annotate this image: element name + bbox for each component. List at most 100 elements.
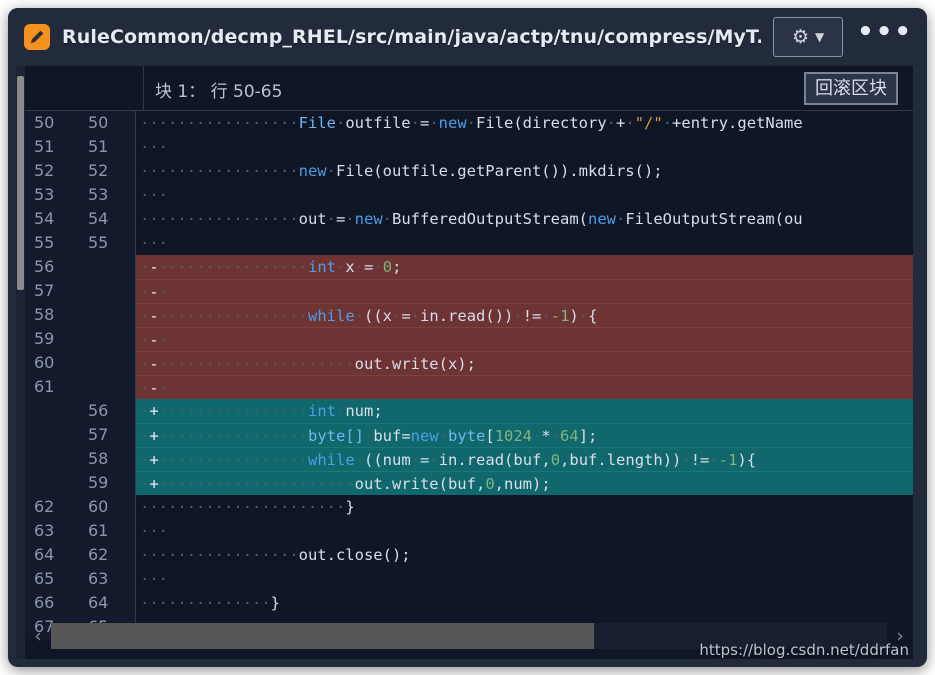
line-number-new: 52: [72, 159, 135, 183]
line-number-old: 66: [25, 591, 72, 615]
diff-line-content: ·-················while·((x·=·in.read())…: [136, 303, 913, 327]
line-number-old: 51: [25, 135, 72, 159]
diff-line-deleted: 56 ·-················int·x·=·0;: [25, 255, 913, 279]
diff-line-content: ···: [140, 186, 168, 204]
line-number-old: 55: [25, 231, 72, 255]
diff-line-content: ·-·····················out.write(x);: [136, 351, 913, 375]
diff-line-context: 55 55 ···: [25, 231, 913, 255]
line-number-old: 57: [25, 279, 72, 303]
line-number-old: 53: [25, 183, 72, 207]
diff-line-context: 51 51 ···: [25, 135, 913, 159]
line-number-old: 61: [25, 375, 72, 399]
line-number-new: [72, 375, 135, 399]
diff-line-content: ·················File·outfile·=·new·File…: [140, 114, 803, 132]
diff-line-content: ···: [140, 570, 168, 588]
line-number-old: [25, 471, 72, 495]
line-number-new: [72, 327, 135, 351]
diff-line-content: ·················new·File(outfile.getPar…: [140, 162, 663, 180]
diff-line-content: ·-·: [136, 279, 913, 303]
pencil-icon: [24, 24, 50, 50]
scroll-left-arrow-icon[interactable]: ‹: [25, 625, 51, 647]
line-number-old: 63: [25, 519, 72, 543]
diff-line-content: ······················}: [140, 498, 355, 516]
window-title: RuleCommon/decmp_RHEL/src/main/java/actp…: [62, 26, 762, 48]
diff-code-area[interactable]: 50 50 ·················File·outfile·=·new·…: [25, 111, 913, 659]
line-number-old: 62: [25, 495, 72, 519]
line-number-new: 56: [72, 399, 135, 423]
diff-line-deleted: 58 ·-················while·((x·=·in.read(…: [25, 303, 913, 327]
overflow-menu-button[interactable]: •••: [857, 19, 913, 48]
diff-line-added: 56 ·+················int·num;: [25, 399, 913, 423]
line-number-old: 52: [25, 159, 72, 183]
line-number-new: 64: [72, 591, 135, 615]
line-number-new: 53: [72, 183, 135, 207]
diff-line-context: 50 50 ·················File·outfile·=·new·…: [25, 111, 913, 135]
diff-line-content: ··············}: [140, 594, 280, 612]
line-number-old: 50: [25, 111, 72, 135]
diff-line-content: ·+·····················out.write(buf,0,n…: [136, 471, 913, 495]
diff-line-content: ·-················int·x·=·0;: [136, 255, 913, 279]
vertical-scrollbar[interactable]: [16, 66, 25, 659]
hunk-header: 块 1： 行 50-65 回滚区块: [25, 66, 913, 111]
diff-line-context: 52 52 ·················new·File(outfile.ge…: [25, 159, 913, 183]
line-number-new: 62: [72, 543, 135, 567]
diff-line-context: 64 62 ·················out.close();: [25, 543, 913, 567]
diff-line-content: ···: [140, 138, 168, 156]
line-number-new: 57: [72, 423, 135, 447]
line-number-new: [72, 255, 135, 279]
scroll-right-arrow-icon[interactable]: ›: [887, 625, 913, 647]
line-number-old: 59: [25, 327, 72, 351]
line-number-new: 50: [72, 111, 135, 135]
diff-line-content: ·+················while·((num·=·in.read(…: [136, 447, 913, 471]
diff-line-context: 53 53 ···: [25, 183, 913, 207]
gear-icon: ⚙: [792, 25, 810, 48]
horizontal-scrollbar[interactable]: ‹ ›: [25, 619, 913, 653]
line-number-new: 51: [72, 135, 135, 159]
line-number-new: 60: [72, 495, 135, 519]
diff-line-content: ·-·: [136, 375, 913, 399]
line-number-new: 58: [72, 447, 135, 471]
hunk-title: 块 1： 行 50-65: [155, 82, 283, 102]
rollback-hunk-button[interactable]: 回滚区块: [804, 72, 898, 105]
diff-line-content: ·+················byte[]·buf=new·byte[10…: [136, 423, 913, 447]
diff-line-content: ·-·: [136, 327, 913, 351]
line-number-new: [72, 303, 135, 327]
diff-line-content: ···: [140, 522, 168, 540]
line-number-new: 63: [72, 567, 135, 591]
line-number-new: [72, 279, 135, 303]
diff-viewer-window: RuleCommon/decmp_RHEL/src/main/java/actp…: [8, 8, 927, 667]
diff-line-context: 66 64 ··············}: [25, 591, 913, 615]
diff-line-added: 59 ·+·····················out.write(buf,0…: [25, 471, 913, 495]
chevron-down-icon: ▼: [815, 30, 825, 44]
horizontal-scrollbar-track[interactable]: [51, 623, 887, 649]
line-number-old: [25, 399, 72, 423]
diff-line-content: ···: [140, 234, 168, 252]
diff-line-context: 62 60 ······················}: [25, 495, 913, 519]
line-number-new: 54: [72, 207, 135, 231]
line-number-old: [25, 423, 72, 447]
diff-panel: 块 1： 行 50-65 回滚区块 50 50 ·················F…: [16, 66, 913, 659]
title-bar: RuleCommon/decmp_RHEL/src/main/java/actp…: [8, 8, 927, 66]
line-number-old: 58: [25, 303, 72, 327]
line-number-new: 55: [72, 231, 135, 255]
line-number-old: 54: [25, 207, 72, 231]
line-number-old: 60: [25, 351, 72, 375]
diff-line-content: ·+················int·num;: [136, 399, 913, 423]
horizontal-scrollbar-thumb[interactable]: [51, 623, 595, 649]
line-number-old: [25, 447, 72, 471]
diff-line-deleted: 61 ·-·: [25, 375, 913, 399]
line-number-old: 65: [25, 567, 72, 591]
diff-line-context: 65 63 ···: [25, 567, 913, 591]
line-number-new: [72, 351, 135, 375]
line-number-new: 61: [72, 519, 135, 543]
line-number-old: 64: [25, 543, 72, 567]
diff-line-context: 63 61 ···: [25, 519, 913, 543]
settings-dropdown-button[interactable]: ⚙ ▼: [773, 17, 844, 57]
diff-line-deleted: 59 ·-·: [25, 327, 913, 351]
vertical-scrollbar-thumb[interactable]: [17, 76, 24, 290]
diff-line-content: ·················out·=·new·BufferedOutpu…: [140, 210, 803, 228]
diff-line-content: ·················out.close();: [140, 546, 411, 564]
line-number-new: 59: [72, 471, 135, 495]
diff-line-deleted: 57 ·-·: [25, 279, 913, 303]
diff-line-context: 54 54 ·················out·=·new·BufferedO…: [25, 207, 913, 231]
